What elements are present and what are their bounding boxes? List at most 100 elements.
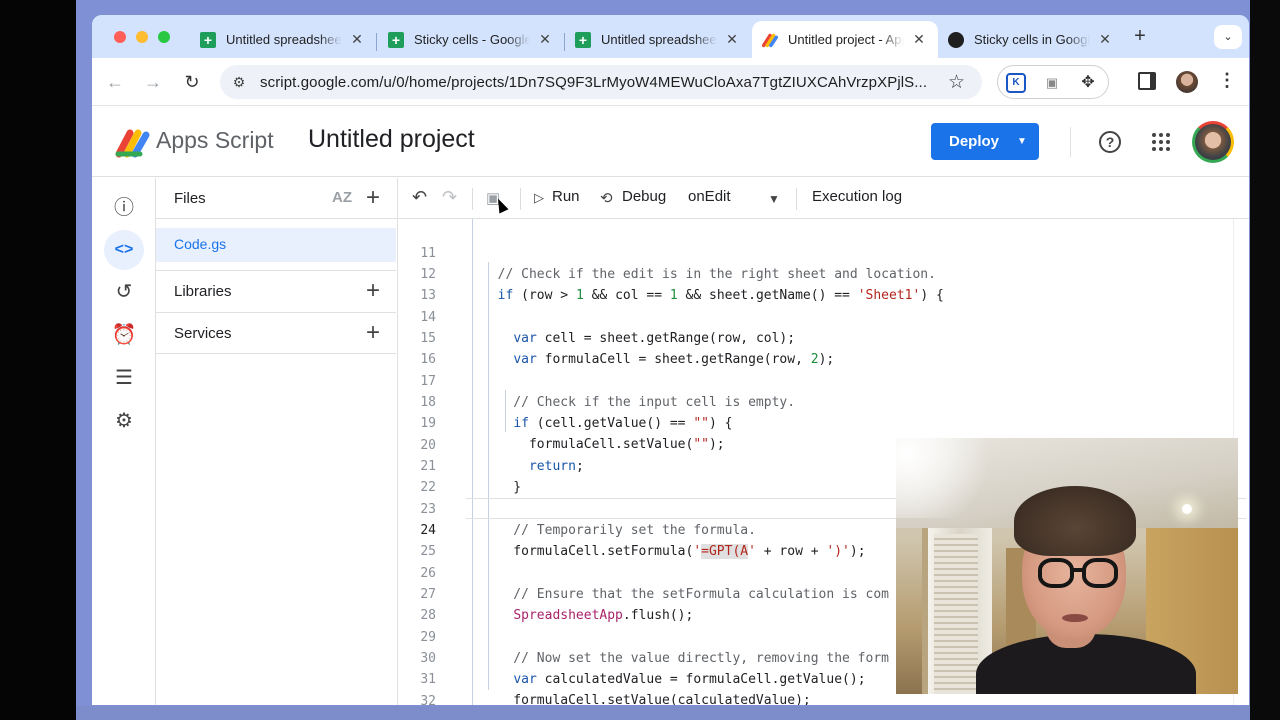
webcam-light-glare xyxy=(896,438,1006,518)
close-icon[interactable]: ✕ xyxy=(910,31,928,48)
executions-list-icon[interactable]: ☰ xyxy=(104,358,144,398)
browser-toolbar: ← → ↻ ⚙ script.google.com/u/0/home/proje… xyxy=(92,58,1249,106)
sheets-icon: + xyxy=(388,31,404,48)
site-info-icon[interactable]: ⚙ xyxy=(230,73,248,91)
code-line: 12 if (row > 1 && col == 1 && sheet.getN… xyxy=(398,243,1249,303)
add-file-icon[interactable]: + xyxy=(366,186,380,210)
editor-toolbar: ↶ ↷ ▣ ▷ Run ⟲ Debug onEdit ▼ Execution l… xyxy=(398,178,1249,219)
code-line: 14 var cell = sheet.getRange(row, col); xyxy=(398,286,1249,346)
presenter-hair xyxy=(1014,486,1136,556)
close-icon[interactable]: ✕ xyxy=(348,31,366,48)
extension-icon[interactable]: ▣ xyxy=(1042,73,1062,93)
apps-script-icon xyxy=(762,32,778,48)
side-panel-icon[interactable] xyxy=(1138,72,1156,90)
browser-profile-avatar[interactable] xyxy=(1176,71,1198,93)
webcam-video-overlay xyxy=(896,438,1238,694)
dropdown-caret-icon[interactable]: ▼ xyxy=(768,192,780,206)
app-header: Apps Script Untitled project Deploy ▼ ? xyxy=(92,107,1249,177)
browser-tab[interactable]: + Sticky cells - Google Sheets ✕ xyxy=(378,21,564,58)
close-icon[interactable]: ✕ xyxy=(723,31,741,48)
apps-script-logo xyxy=(115,129,150,158)
presenter-glasses-bridge xyxy=(1072,568,1084,572)
close-icon[interactable]: ✕ xyxy=(1096,31,1114,48)
executions-history-icon[interactable]: ↺ xyxy=(104,272,144,312)
screen-frame-right xyxy=(1250,0,1280,720)
more-menu-icon[interactable]: ⋮ xyxy=(1218,70,1236,91)
editor-code-icon[interactable]: <> xyxy=(104,230,144,270)
toolbar-divider xyxy=(796,188,797,210)
debug-icon[interactable]: ⟲ xyxy=(600,189,613,207)
reload-icon[interactable]: ↻ xyxy=(181,71,203,93)
files-title: Files xyxy=(174,190,206,207)
code-line: 13 xyxy=(398,264,1249,303)
brand-name: Apps Script xyxy=(156,127,274,153)
github-icon xyxy=(948,31,964,48)
execution-log-button[interactable]: Execution log xyxy=(812,188,902,205)
sort-az-icon[interactable]: AZ xyxy=(332,189,352,206)
browser-tab[interactable]: + Untitled spreadsheet ✕ xyxy=(190,21,376,58)
overview-info-icon[interactable]: ⓘ xyxy=(104,188,144,228)
files-header: Files AZ + xyxy=(156,178,397,219)
services-label: Services xyxy=(174,325,232,342)
add-library-icon[interactable]: + xyxy=(366,279,380,303)
account-avatar[interactable] xyxy=(1192,121,1234,163)
services-section[interactable]: Services + xyxy=(156,312,396,354)
code-line: 17 // Check if the input cell is empty. xyxy=(398,350,1249,410)
new-tab-button[interactable]: + xyxy=(1128,25,1152,49)
file-item-code-gs[interactable]: Code.gs xyxy=(156,228,396,262)
triggers-alarm-icon[interactable]: ⏰ xyxy=(104,315,144,355)
mouse-cursor xyxy=(493,196,509,214)
code-line: 19 formulaCell.setValue(""); xyxy=(398,392,1249,452)
add-service-icon[interactable]: + xyxy=(366,321,380,345)
presenter-glasses xyxy=(1082,558,1118,588)
puzzle-icon[interactable]: ✥ xyxy=(1078,73,1098,93)
settings-gear-icon[interactable]: ⚙ xyxy=(104,401,144,441)
url-text[interactable]: script.google.com/u/0/home/projects/1Dn7… xyxy=(260,74,927,91)
caret-down-icon: ▼ xyxy=(1017,136,1027,147)
libraries-label: Libraries xyxy=(174,283,232,300)
deploy-label: Deploy xyxy=(949,133,1000,150)
debug-button[interactable]: Debug xyxy=(622,188,666,205)
function-select[interactable]: onEdit xyxy=(688,188,731,205)
apps-grid-icon[interactable] xyxy=(1152,133,1170,151)
address-bar[interactable]: ⚙ script.google.com/u/0/home/projects/1D… xyxy=(220,65,982,99)
tab-title: Untitled project - Apps Script xyxy=(788,32,904,47)
sheets-icon: + xyxy=(200,31,216,48)
tab-title: Sticky cells in Google Sheets xyxy=(974,32,1090,47)
toolbar-divider xyxy=(472,188,473,210)
bookmark-star-icon[interactable]: ☆ xyxy=(948,71,965,94)
code-line: 20 return; xyxy=(398,414,1249,474)
code-line: 16 xyxy=(398,328,1249,367)
sheets-icon: + xyxy=(575,31,591,48)
extension-icon[interactable]: K xyxy=(1006,73,1026,93)
tab-title: Untitled spreadsheet xyxy=(601,32,717,47)
screen-bottom-strip xyxy=(76,706,1250,720)
browser-tab[interactable]: + Untitled spreadsheet ✕ xyxy=(565,21,751,58)
webcam-lamp xyxy=(1182,504,1192,514)
code-line: 18 if (cell.getValue() == "") { xyxy=(398,371,1249,431)
browser-tab[interactable]: Sticky cells in Google Sheets ✕ xyxy=(938,21,1124,58)
back-icon[interactable]: ← xyxy=(104,71,126,93)
libraries-section[interactable]: Libraries + xyxy=(156,270,396,312)
run-play-icon[interactable]: ▷ xyxy=(534,190,544,206)
file-name: Code.gs xyxy=(174,236,227,252)
files-panel: Files AZ + Code.gs Libraries + Services … xyxy=(156,178,398,705)
minimize-window-button[interactable] xyxy=(136,31,148,43)
close-icon[interactable]: ✕ xyxy=(536,31,554,48)
help-icon[interactable]: ? xyxy=(1099,131,1121,153)
presenter-mouth xyxy=(1062,614,1088,622)
left-nav-rail: ⓘ <> ↺ ⏰ ☰ ⚙ xyxy=(92,178,156,705)
undo-icon[interactable]: ↶ xyxy=(412,187,427,208)
tab-search-button[interactable]: ⌄ xyxy=(1214,25,1242,49)
tab-divider xyxy=(376,33,377,51)
forward-icon[interactable]: → xyxy=(142,71,164,93)
redo-icon[interactable]: ↷ xyxy=(442,187,457,208)
deploy-button[interactable]: Deploy ▼ xyxy=(931,123,1039,160)
toolbar-divider xyxy=(520,188,521,210)
close-window-button[interactable] xyxy=(114,31,126,43)
run-button[interactable]: Run xyxy=(552,188,580,205)
browser-tab-active[interactable]: Untitled project - Apps Script ✕ xyxy=(752,21,938,58)
maximize-window-button[interactable] xyxy=(158,31,170,43)
code-line: 11 // Check if the edit is in the right … xyxy=(398,222,1249,282)
project-title[interactable]: Untitled project xyxy=(308,125,475,154)
